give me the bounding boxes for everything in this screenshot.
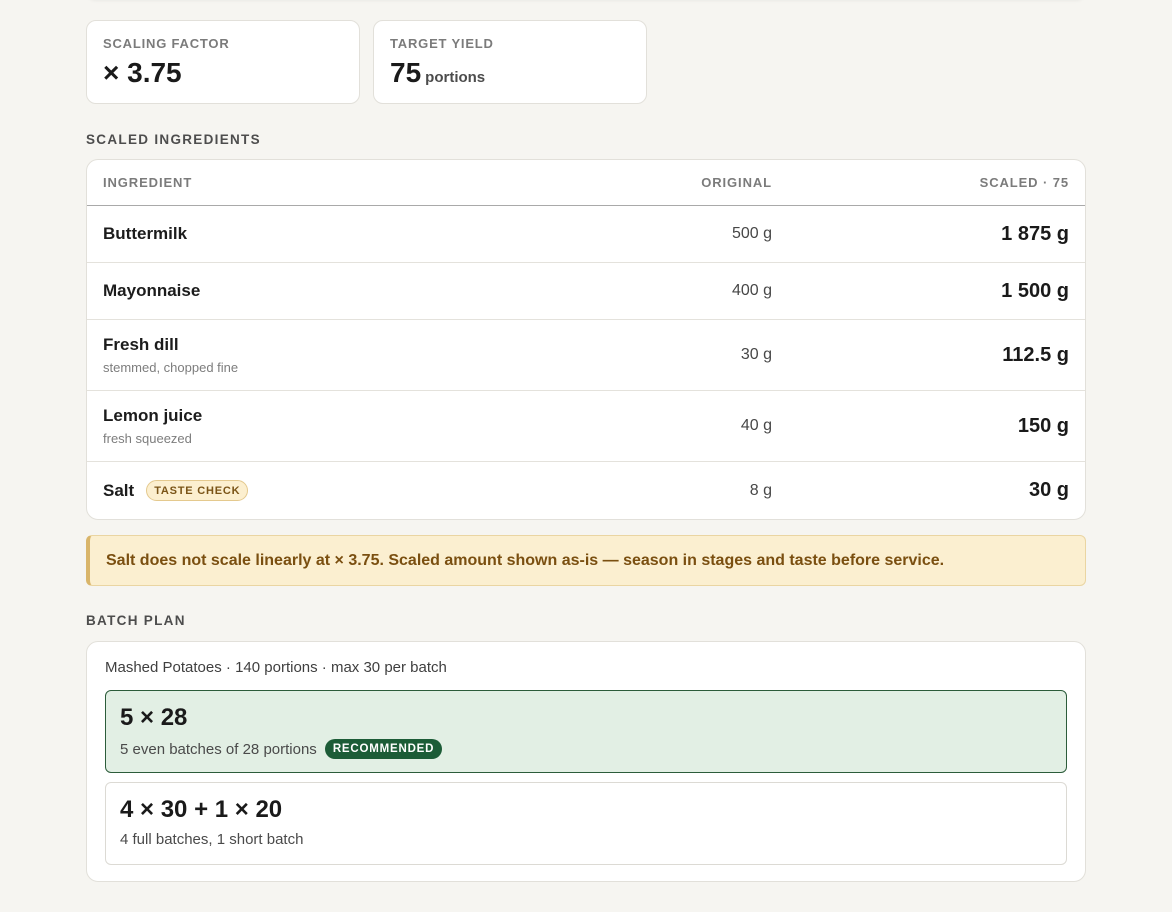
recommended-badge: RECOMMENDED <box>324 739 443 760</box>
salt-warning-banner: Salt does not scale linearly at × 3.75. … <box>86 535 1086 586</box>
table-row: Fresh dill stemmed, chopped fine 30 g 11… <box>87 320 1085 391</box>
ingredient-name: Salt <box>103 480 135 500</box>
original-amount: 40 g <box>740 417 772 434</box>
batch-plan-card: Mashed Potatoes · 140 portions · max 30 … <box>86 641 1086 882</box>
scaled-ingredients-title: SCALED INGREDIENTS <box>86 132 261 147</box>
scaled-amount: 1 875 g <box>1001 222 1069 245</box>
scaling-factor-label: SCALING FACTOR <box>103 36 230 51</box>
scaled-amount: 112.5 g <box>1002 343 1069 366</box>
original-amount: 8 g <box>749 481 772 499</box>
column-header-scaled: SCALED · 75 <box>979 175 1069 190</box>
scaled-amount: 30 g <box>1028 479 1069 501</box>
batch-option-desc-wrap: 5 even batches of 28 portions RECOMMENDE… <box>120 739 1052 760</box>
target-yield-label: TARGET YIELD <box>390 36 494 51</box>
scaling-factor-value: × 3.75 <box>103 57 182 88</box>
batch-option[interactable]: 4 × 30 + 1 × 20 4 full batches, 1 short … <box>105 782 1067 865</box>
scaling-factor-card: SCALING FACTOR × 3.75 <box>86 20 360 104</box>
warning-text: Salt does not scale linearly at × 3.75. … <box>106 551 945 569</box>
ingredient-name: Lemon juice <box>103 406 203 425</box>
ingredient-note: fresh squeezed <box>103 431 192 446</box>
table-row: Mayonnaise 400 g 1 500 g <box>87 263 1085 320</box>
scaled-amount: 150 g <box>1017 414 1069 437</box>
target-yield-unit: portions <box>425 69 486 86</box>
ingredient-cell: Buttermilk <box>87 224 607 244</box>
column-header-ingredient: INGREDIENT <box>103 175 193 190</box>
stats-row: SCALING FACTOR × 3.75 TARGET YIELD 75 por… <box>86 20 647 104</box>
ingredient-name: Mayonnaise <box>103 281 201 300</box>
column-header-original: ORIGINAL <box>701 175 772 190</box>
batch-option-title: 5 × 28 <box>120 704 188 731</box>
ingredient-name: Buttermilk <box>103 224 188 243</box>
scaled-amount: 1 500 g <box>1001 279 1069 302</box>
batch-option-description: 5 even batches of 28 portions <box>120 740 317 758</box>
ingredient-note: stemmed, chopped fine <box>103 360 239 375</box>
ingredient-cell: Salt TASTE CHECK <box>87 480 607 501</box>
original-amount: 400 g <box>731 282 772 299</box>
taste-check-badge: TASTE CHECK <box>146 480 249 501</box>
batch-meta: Mashed Potatoes · 140 portions · max 30 … <box>105 659 447 676</box>
batch-option-desc-wrap: 4 full batches, 1 short batch <box>120 831 1052 848</box>
target-yield-value: 75 <box>390 57 422 88</box>
ingredient-cell: Fresh dill stemmed, chopped fine <box>87 335 607 375</box>
ingredients-table: INGREDIENT ORIGINAL SCALED · 75 Buttermi… <box>86 159 1086 520</box>
original-amount: 500 g <box>731 225 772 242</box>
target-yield-card: TARGET YIELD 75 portions <box>373 20 647 104</box>
ingredient-cell: Lemon juice fresh squeezed <box>87 406 607 446</box>
batch-option-recommended[interactable]: 5 × 28 5 even batches of 28 portions REC… <box>105 690 1067 773</box>
table-row: Lemon juice fresh squeezed 40 g 150 g <box>87 391 1085 462</box>
ingredient-name: Fresh dill <box>103 335 179 354</box>
table-row: Buttermilk 500 g 1 875 g <box>87 206 1085 263</box>
batch-option-description: 4 full batches, 1 short batch <box>120 831 304 849</box>
table-header: INGREDIENT ORIGINAL SCALED · 75 <box>87 160 1085 206</box>
table-row: Salt TASTE CHECK 8 g 30 g <box>87 462 1085 519</box>
ingredient-name-wrap: Salt TASTE CHECK <box>103 480 607 501</box>
target-yield-value-wrap: 75 portions <box>390 57 630 89</box>
original-amount: 30 g <box>740 346 772 363</box>
batch-option-title: 4 × 30 + 1 × 20 <box>120 796 283 823</box>
batch-plan-title: BATCH PLAN <box>86 613 186 628</box>
ingredient-cell: Mayonnaise <box>87 281 607 301</box>
